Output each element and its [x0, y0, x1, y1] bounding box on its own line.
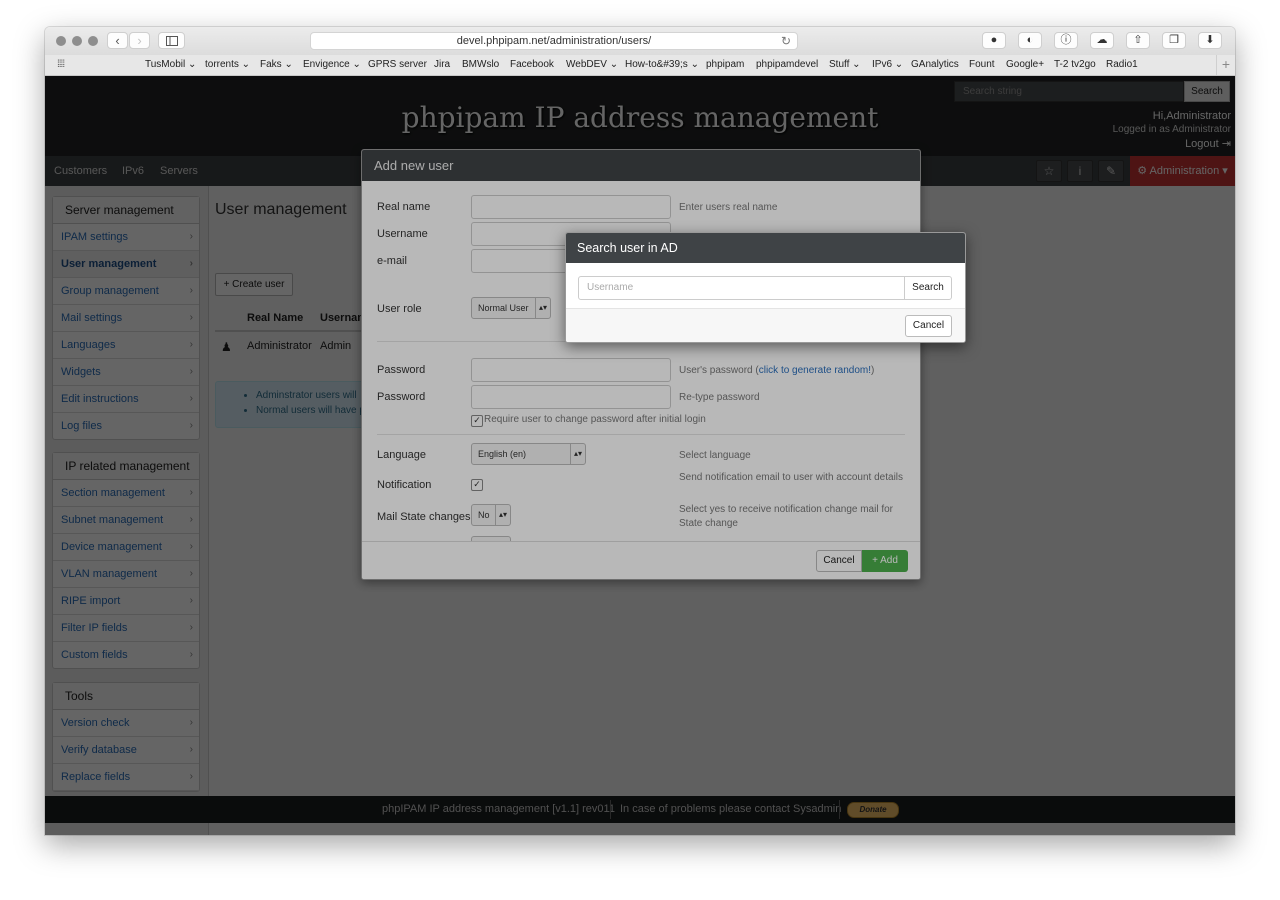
- modal-backdrop-secondary: [45, 76, 1235, 835]
- extension-1-icon[interactable]: ●: [982, 32, 1006, 49]
- phpipam-page: phpipam IP address management Search str…: [45, 76, 1235, 835]
- search-ad-modal: Search user in AD Username Search Cancel: [565, 232, 966, 343]
- forward-button[interactable]: ›: [129, 32, 150, 49]
- sidebar-toggle-button[interactable]: [158, 32, 185, 49]
- bookmark-item[interactable]: Google+: [1006, 59, 1044, 70]
- bookmark-item[interactable]: Faks ⌄: [260, 59, 293, 70]
- bookmark-item[interactable]: phpipamdevel: [756, 59, 818, 70]
- back-button[interactable]: ‹: [107, 32, 128, 49]
- download-icon[interactable]: ⬇: [1198, 32, 1222, 49]
- bookmark-item[interactable]: TusMobil ⌄: [145, 59, 196, 70]
- bookmark-item[interactable]: IPv6 ⌄: [872, 59, 903, 70]
- bookmark-item[interactable]: GAnalytics: [911, 59, 959, 70]
- info-extension-icon[interactable]: ⓘ: [1054, 32, 1078, 49]
- bookmarks-bar: ⁞⁞⁞⁞ TusMobil ⌄ torrents ⌄ Faks ⌄ Envige…: [45, 55, 1235, 76]
- address-bar[interactable]: devel.phpipam.net/administration/users/ …: [310, 32, 798, 50]
- share-icon[interactable]: ⇧: [1126, 32, 1150, 49]
- bookmark-item[interactable]: torrents ⌄: [205, 59, 250, 70]
- modal-title: Search user in AD: [566, 233, 965, 263]
- browser-window: ‹ › devel.phpipam.net/administration/use…: [45, 27, 1235, 835]
- apps-grid-icon[interactable]: ⁞⁞⁞⁞: [57, 59, 65, 70]
- chevron-left-icon: ‹: [115, 33, 120, 48]
- bookmark-item[interactable]: Envigence ⌄: [303, 59, 361, 70]
- bookmark-item[interactable]: Facebook: [510, 59, 554, 70]
- ad-cancel-button[interactable]: Cancel: [905, 315, 952, 337]
- browser-toolbar: ‹ › devel.phpipam.net/administration/use…: [45, 27, 1235, 55]
- bookmark-item[interactable]: Stuff ⌄: [829, 59, 861, 70]
- bookmark-item[interactable]: Radio1: [1106, 59, 1138, 70]
- bookmark-item[interactable]: phpipam: [706, 59, 744, 70]
- bookmark-item[interactable]: WebDEV ⌄: [566, 59, 618, 70]
- tabs-icon[interactable]: ❐: [1162, 32, 1186, 49]
- bookmark-item[interactable]: BMWslo: [462, 59, 499, 70]
- modal-footer: Cancel: [566, 308, 965, 342]
- bookmark-item[interactable]: GPRS server: [368, 59, 427, 70]
- chevron-right-icon: ›: [137, 33, 142, 48]
- zoom-window-button[interactable]: [88, 36, 98, 46]
- cloud-icon[interactable]: ☁: [1090, 32, 1114, 49]
- new-tab-plus-icon[interactable]: +: [1216, 55, 1235, 75]
- sidebar-icon: [165, 36, 178, 46]
- bookmark-item[interactable]: How-to&#39;s ⌄: [625, 59, 699, 70]
- bookmark-item[interactable]: Jira: [434, 59, 450, 70]
- minimize-window-button[interactable]: [72, 36, 82, 46]
- reload-icon[interactable]: ↻: [781, 33, 791, 49]
- ad-search-button[interactable]: Search: [904, 276, 952, 300]
- address-bar-url: devel.phpipam.net/administration/users/: [456, 35, 652, 47]
- close-window-button[interactable]: [56, 36, 66, 46]
- bookmark-item[interactable]: T-2 tv2go: [1054, 59, 1096, 70]
- bookmark-item[interactable]: Fount: [969, 59, 995, 70]
- ad-username-input[interactable]: Username: [578, 276, 905, 300]
- extension-2-icon[interactable]: ◐: [1018, 32, 1042, 49]
